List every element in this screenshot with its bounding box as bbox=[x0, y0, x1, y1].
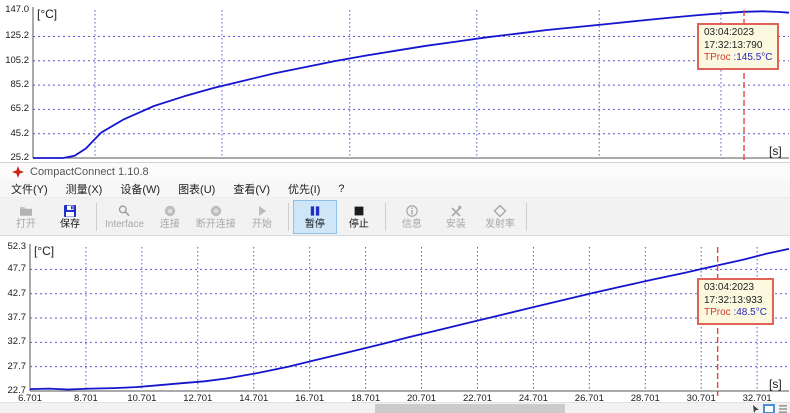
toolbar-button-label: 连接 bbox=[160, 219, 180, 230]
save-button[interactable]: 保存 bbox=[48, 200, 92, 234]
menu-bar: 文件(Y)测量(X)设备(W)图表(U)查看(V)优先(I)? bbox=[0, 180, 790, 198]
y-tick-label: 52.3 bbox=[0, 242, 26, 252]
menu-item-6[interactable]: 优先(I) bbox=[279, 181, 329, 197]
toolbar-separator bbox=[96, 203, 97, 231]
temperature-curve bbox=[33, 11, 789, 158]
plot-canvas bbox=[0, 0, 790, 162]
y-tick-label: 65.2 bbox=[0, 104, 29, 114]
annotation-value: :145.5°C bbox=[731, 52, 773, 63]
emissivity-icon bbox=[493, 204, 507, 218]
y-axis-unit-label: [°C] bbox=[34, 244, 54, 258]
annotation-series-label: TProc bbox=[704, 307, 731, 318]
annotation-date: 03:04:2023 bbox=[704, 282, 767, 295]
title-bar[interactable]: CompactConnect 1.10.8 bbox=[0, 163, 790, 180]
y-tick-label: 47.7 bbox=[0, 264, 26, 274]
floppy-icon bbox=[63, 204, 77, 218]
y-tick-label: 45.2 bbox=[0, 129, 29, 139]
window-title: CompactConnect 1.10.8 bbox=[30, 166, 149, 178]
annotation-value: :48.5°C bbox=[731, 307, 767, 318]
annotation-date: 03:04:2023 bbox=[704, 27, 772, 40]
y-tick-label: 27.7 bbox=[0, 362, 26, 372]
annotation-value-line: TProc :48.5°C bbox=[704, 307, 767, 320]
annotation-value-line: TProc :145.5°C bbox=[704, 52, 772, 65]
open-button[interactable]: 打开 bbox=[4, 200, 48, 234]
menu-item-4[interactable]: 图表(U) bbox=[169, 181, 224, 197]
toolbar-button-label: 暂停 bbox=[305, 219, 325, 230]
horizontal-scrollbar[interactable] bbox=[0, 402, 790, 413]
compactconnect-screen: 25.245.265.285.2105.2125.2147.0[°C][s]03… bbox=[0, 0, 790, 413]
toolbar-button-label: 发射率 bbox=[485, 219, 515, 230]
menu-item-5[interactable]: 查看(V) bbox=[224, 181, 279, 197]
y-tick-label: 37.7 bbox=[0, 313, 26, 323]
x-axis-unit-label: [s] bbox=[769, 144, 782, 158]
disconnect-button[interactable]: 断开连接 bbox=[192, 200, 240, 234]
annotation-series-label: TProc bbox=[704, 52, 731, 63]
start-button[interactable]: 开始 bbox=[240, 200, 284, 234]
y-tick-label: 105.2 bbox=[0, 56, 29, 66]
toolbar-button-label: 保存 bbox=[60, 219, 80, 230]
y-tick-label: 125.2 bbox=[0, 31, 29, 41]
page-select-icon[interactable] bbox=[763, 404, 775, 413]
y-tick-label: 147.0 bbox=[0, 5, 29, 15]
x-axis-unit-label: [s] bbox=[769, 377, 782, 391]
install-button[interactable]: 安装 bbox=[434, 200, 478, 234]
y-tick-label: 85.2 bbox=[0, 80, 29, 90]
menu-item-1[interactable]: 文件(Y) bbox=[2, 181, 57, 197]
menu-item-2[interactable]: 测量(X) bbox=[57, 181, 112, 197]
connect-icon bbox=[163, 204, 177, 218]
disconnect-icon bbox=[209, 204, 223, 218]
pause-icon bbox=[308, 204, 322, 218]
scrollbar-thumb[interactable] bbox=[375, 404, 565, 413]
plot-canvas bbox=[0, 240, 790, 402]
cursor-annotation-box: 03:04:202317:32:13:790TProc :145.5°C bbox=[697, 23, 779, 70]
list-icon[interactable] bbox=[778, 404, 788, 413]
annotation-time: 17:32:13:933 bbox=[704, 295, 767, 308]
y-tick-label: 32.7 bbox=[0, 337, 26, 347]
magnifier-icon bbox=[117, 204, 131, 218]
toolbar-separator bbox=[385, 203, 386, 231]
cursor-arrow-icon[interactable] bbox=[752, 405, 760, 413]
tools-icon bbox=[449, 204, 463, 218]
info-button[interactable]: 信息 bbox=[390, 200, 434, 234]
y-tick-label: 42.7 bbox=[0, 289, 26, 299]
toolbar: 打开 保存 Interface 连接 断开连接 开始 暂停 停止 信息 安装 发射率 bbox=[0, 198, 790, 236]
toolbar-button-label: 开始 bbox=[252, 219, 272, 230]
toolbar-button-label: 断开连接 bbox=[196, 219, 236, 230]
toolbar-button-label: 安装 bbox=[446, 219, 466, 230]
toolbar-button-label: 信息 bbox=[402, 219, 422, 230]
emissivity-button[interactable]: 发射率 bbox=[478, 200, 522, 234]
stop-icon bbox=[352, 204, 366, 218]
pause-button[interactable]: 暂停 bbox=[293, 200, 337, 234]
temperature-curve bbox=[30, 249, 789, 390]
info-icon bbox=[405, 204, 419, 218]
stop-button[interactable]: 停止 bbox=[337, 200, 381, 234]
menu-item-7[interactable]: ? bbox=[329, 183, 353, 195]
folder-icon bbox=[19, 204, 33, 218]
interface-button[interactable]: Interface bbox=[101, 200, 148, 234]
scrollbar-corner-tools bbox=[752, 403, 788, 413]
annotation-time: 17:32:13:790 bbox=[704, 40, 772, 53]
toolbar-button-label: Interface bbox=[105, 219, 144, 230]
app-logo-icon bbox=[12, 166, 24, 178]
toolbar-button-label: 打开 bbox=[16, 219, 36, 230]
toolbar-separator bbox=[526, 203, 527, 231]
connect-button[interactable]: 连接 bbox=[148, 200, 192, 234]
toolbar-separator bbox=[288, 203, 289, 231]
y-axis-unit-label: [°C] bbox=[37, 7, 57, 21]
cursor-annotation-box: 03:04:202317:32:13:933TProc :48.5°C bbox=[697, 278, 774, 325]
top-temperature-chart[interactable]: 25.245.265.285.2105.2125.2147.0[°C][s]03… bbox=[0, 0, 790, 162]
app-window-chrome: CompactConnect 1.10.8 文件(Y)测量(X)设备(W)图表(… bbox=[0, 162, 790, 241]
toolbar-button-label: 停止 bbox=[349, 219, 369, 230]
menu-item-3[interactable]: 设备(W) bbox=[111, 181, 169, 197]
play-icon bbox=[255, 204, 269, 218]
bottom-temperature-chart[interactable]: 22.727.732.737.742.747.752.36.7018.70110… bbox=[0, 240, 790, 402]
